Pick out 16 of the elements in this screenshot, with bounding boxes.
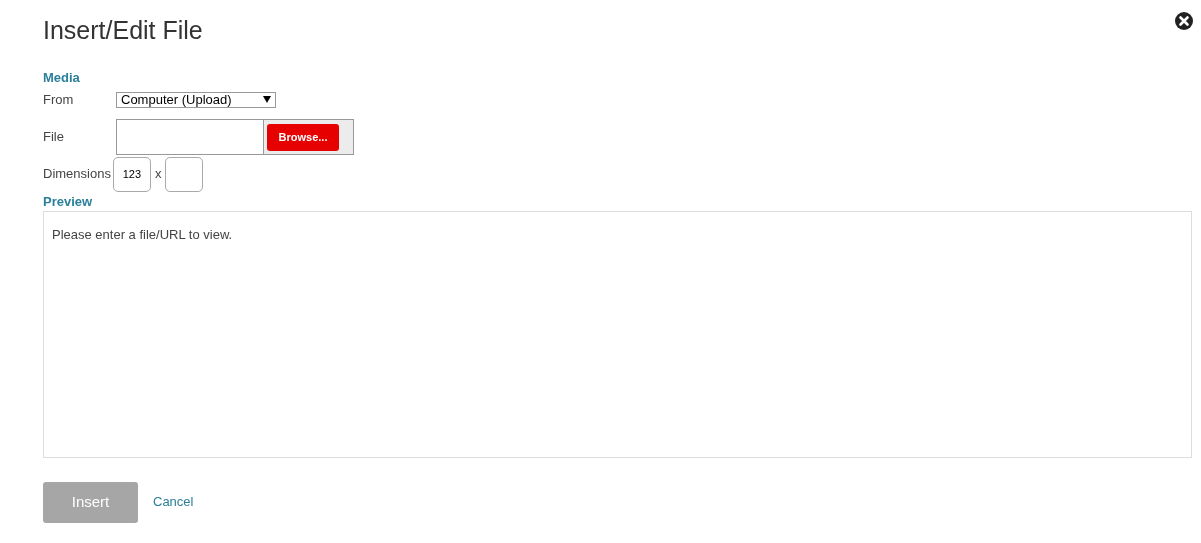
field-label: From [43, 91, 75, 109]
section-heading: Preview [43, 193, 94, 210]
section-heading: Media [43, 70, 81, 86]
field-label: Dimensions [43, 165, 111, 184]
separator-text: x [154, 165, 162, 184]
height-field[interactable] [165, 156, 204, 192]
dialog-title: Insert/Edit File [43, 15, 203, 46]
field-label: File [43, 127, 65, 146]
source-dropdown[interactable]: Computer (Upload) [116, 91, 276, 108]
preview-message: Please enter a file/URL to view. [52, 226, 233, 242]
caret-icon [263, 96, 271, 104]
file-field[interactable]: Browse... [116, 118, 354, 155]
width-field[interactable]: 123 [112, 156, 151, 192]
close-button[interactable] [1175, 10, 1193, 28]
cancel-link[interactable]: Cancel [153, 492, 194, 512]
browse-button[interactable]: Browse... [267, 123, 339, 151]
